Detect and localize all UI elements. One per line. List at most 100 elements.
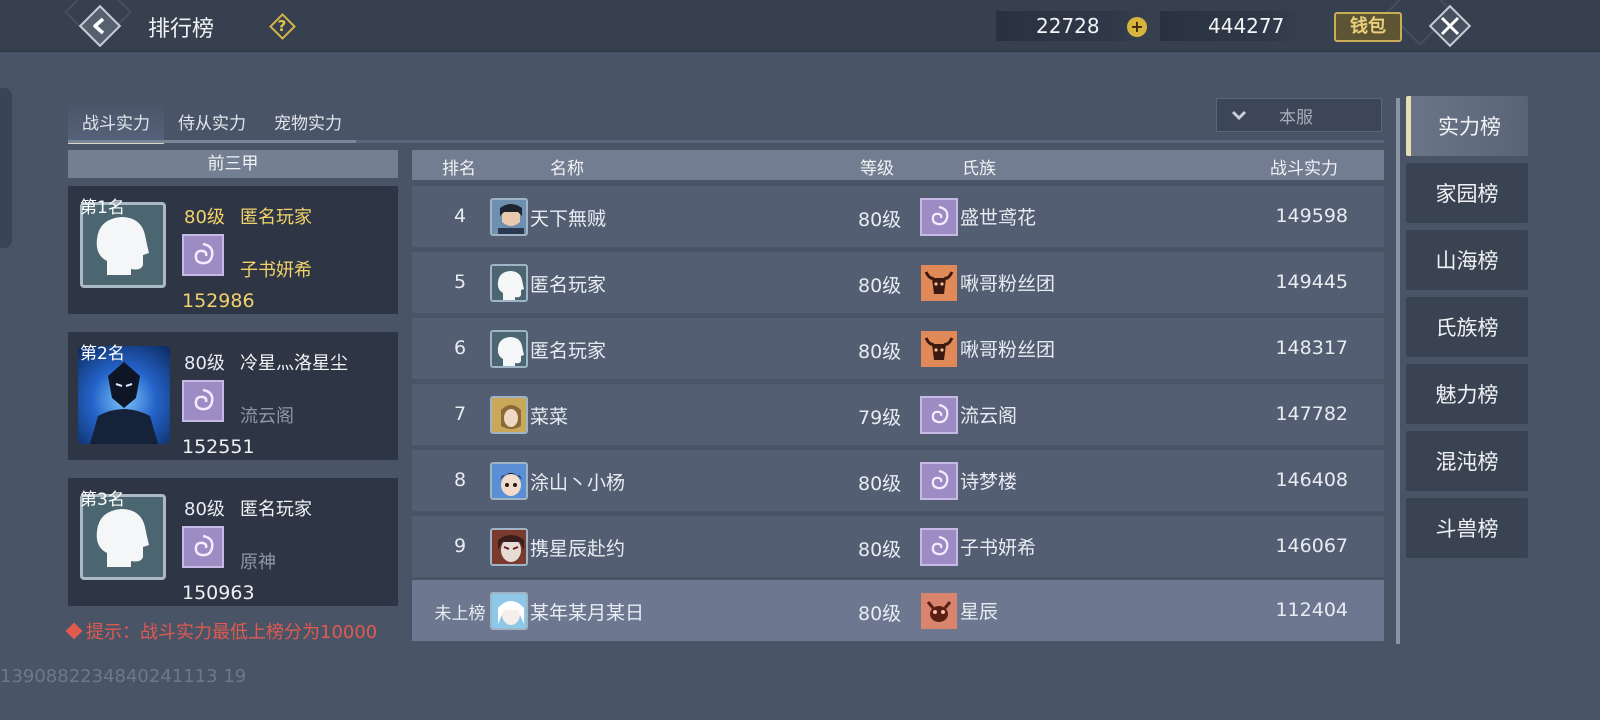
top3-header: 前三甲 <box>68 150 398 178</box>
close-icon <box>1440 16 1460 36</box>
board-tab-chaos[interactable]: 混沌榜 <box>1406 431 1528 491</box>
spiral-clan-icon <box>920 528 958 566</box>
masked-avatar <box>490 528 528 566</box>
player-level: 80级 <box>184 353 225 374</box>
tab-combat-power[interactable]: 战斗实力 <box>68 100 164 144</box>
player-name: 冷星灬洛星尘 <box>240 353 348 374</box>
row-power: 149445 <box>1275 271 1348 293</box>
anonymous-avatar <box>490 264 528 302</box>
my-rank-row[interactable]: 未上榜 某年某月某日 80级 星辰 112404 <box>412 580 1384 641</box>
row-name: 匿名玩家 <box>530 274 607 296</box>
close-button[interactable] <box>1428 4 1472 48</box>
table-header: 排名 名称 等级 氏族 战斗实力 <box>412 150 1384 180</box>
board-tab-clan[interactable]: 氏族榜 <box>1406 297 1528 357</box>
row-clan: 星辰 <box>960 601 999 623</box>
board-tab-beast[interactable]: 斗兽榜 <box>1406 498 1528 558</box>
page-title: 排行榜 <box>148 17 215 42</box>
row-clan: 啾哥粉丝团 <box>960 273 1056 295</box>
ranking-hint: 提示：战斗实力最低上榜分为10000 <box>65 618 378 644</box>
row-power: 146408 <box>1275 469 1348 491</box>
row-power: 147782 <box>1275 403 1348 425</box>
rank-ribbon: 第1名 <box>80 196 147 220</box>
spiral-clan-icon <box>920 396 958 434</box>
wallet-button[interactable]: 钱包 <box>1334 12 1402 42</box>
header-clan: 氏族 <box>962 159 996 179</box>
spiral-clan-icon <box>182 234 224 276</box>
row-name: 某年某月某日 <box>530 602 645 624</box>
header-rank: 排名 <box>442 159 476 179</box>
top3-card-3[interactable]: 第3名 80级 匿名玩家 原神 150963 <box>68 478 398 606</box>
row-power: 146067 <box>1275 535 1348 557</box>
demon-clan-icon <box>920 592 958 630</box>
tab-pet-power[interactable]: 宠物实力 <box>260 100 356 142</box>
table-row[interactable]: 7 菜菜 79级 流云阁 147782 <box>412 384 1384 445</box>
board-tab-charm[interactable]: 魅力榜 <box>1406 364 1528 424</box>
bull-clan-icon <box>920 330 958 368</box>
jade-balance: 22728 <box>996 11 1146 41</box>
table-row[interactable]: 8 涂山丶小杨 80级 诗梦楼 146408 <box>412 450 1384 511</box>
row-level: 80级 <box>858 209 902 231</box>
board-tab-power[interactable]: 实力榜 <box>1406 96 1528 156</box>
table-row[interactable]: 4 天下無贼 80级 盛世鸢花 149598 <box>412 186 1384 247</box>
row-level: 80级 <box>858 275 902 297</box>
tab-attendant-power[interactable]: 侍从实力 <box>164 100 260 142</box>
scrollbar[interactable] <box>1396 98 1400 644</box>
player-name: 匿名玩家 <box>240 499 312 520</box>
player-clan: 原神 <box>240 552 276 573</box>
help-button[interactable]: ? <box>268 12 296 40</box>
jade-amount: 22728 <box>1036 14 1100 38</box>
board-tab-home[interactable]: 家园榜 <box>1406 163 1528 223</box>
player-clan: 子书妍希 <box>240 260 312 281</box>
header-name: 名称 <box>550 159 584 179</box>
anonymous-avatar <box>490 330 528 368</box>
row-name: 天下無贼 <box>530 208 607 230</box>
player-power: 152986 <box>182 290 255 312</box>
player-power: 150963 <box>182 582 255 604</box>
row-level: 79级 <box>858 407 902 429</box>
table-row[interactable]: 5 匿名玩家 80级 啾哥粉丝团 149445 <box>412 252 1384 313</box>
tabs-divider-highlight <box>68 140 356 143</box>
header-level: 等级 <box>860 159 894 179</box>
row-clan: 子书妍希 <box>960 537 1037 559</box>
spiral-clan-icon <box>182 380 224 422</box>
female-avatar <box>490 396 528 434</box>
row-level: 80级 <box>858 473 902 495</box>
top3-card-2[interactable]: 第2名 80级 冷星灬洛星尘 流云阁 152551 <box>68 332 398 460</box>
rank-ribbon: 第2名 <box>80 342 147 366</box>
row-clan: 流云阁 <box>960 405 1018 427</box>
row-level: 80级 <box>858 539 902 561</box>
board-tab-shanhai[interactable]: 山海榜 <box>1406 230 1528 290</box>
hint-text: 提示：战斗实力最低上榜分为10000 <box>86 622 378 643</box>
row-clan: 啾哥粉丝团 <box>960 339 1056 361</box>
bull-clan-icon <box>920 264 958 302</box>
row-level: 80级 <box>858 341 902 363</box>
question-icon: ? <box>277 17 287 35</box>
table-row[interactable]: 6 匿名玩家 80级 啾哥粉丝团 148317 <box>412 318 1384 379</box>
server-dropdown[interactable]: 本服 <box>1216 98 1382 132</box>
white-hair-avatar <box>490 592 528 630</box>
header-power: 战斗实力 <box>1270 159 1338 179</box>
player-level: 80级 <box>184 207 225 228</box>
child-avatar <box>490 462 528 500</box>
player-level: 80级 <box>184 499 225 520</box>
row-power: 112404 <box>1275 599 1348 621</box>
rank-ribbon: 第3名 <box>80 488 147 512</box>
add-currency-button[interactable]: + <box>1127 17 1147 37</box>
row-level: 80级 <box>858 603 902 625</box>
warning-icon <box>65 622 83 640</box>
row-power: 149598 <box>1275 205 1348 227</box>
back-arrow-icon <box>93 17 105 35</box>
gold-balance: 444277 <box>1160 11 1300 41</box>
back-button[interactable] <box>78 4 122 48</box>
player-power: 152551 <box>182 436 255 458</box>
top3-card-1[interactable]: 第1名 80级 匿名玩家 子书妍希 152986 <box>68 186 398 314</box>
row-clan: 盛世鸢花 <box>960 207 1037 229</box>
spiral-clan-icon <box>920 198 958 236</box>
table-row[interactable]: 9 携星辰赴约 80级 子书妍希 146067 <box>412 516 1384 577</box>
side-drawer-handle[interactable] <box>0 88 12 248</box>
row-name: 菜菜 <box>530 406 569 428</box>
gold-amount: 444277 <box>1208 14 1285 38</box>
user-id-watermark: 1390882234840241113 19 <box>0 666 247 687</box>
server-dropdown-value: 本服 <box>1279 107 1313 128</box>
player-name: 匿名玩家 <box>240 207 312 228</box>
